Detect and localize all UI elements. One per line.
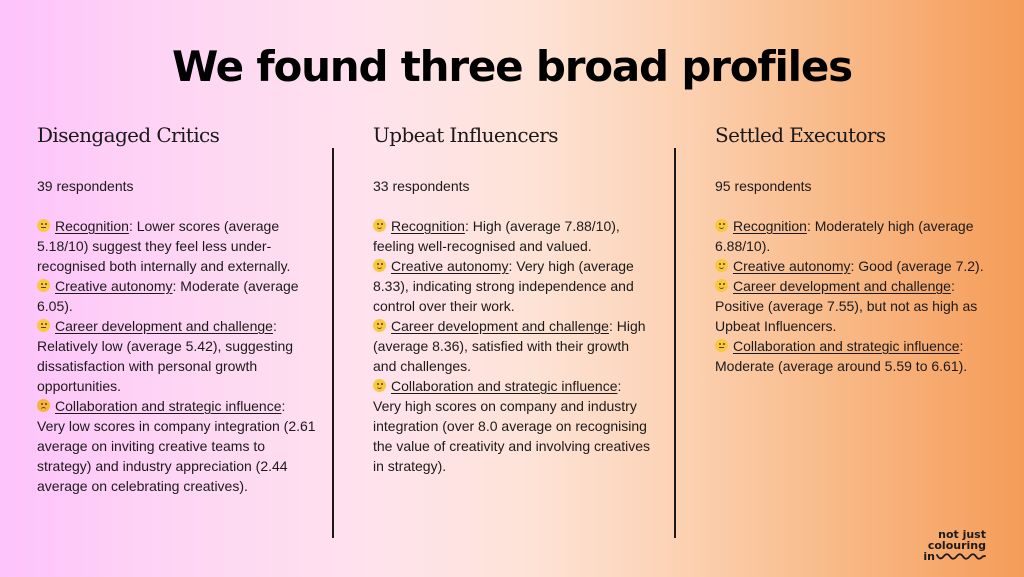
list-item: Collaboration and strategic influence: M… [715, 336, 995, 376]
item-label: Career development and challenge [55, 318, 273, 334]
slightly-smiling-face-icon [373, 219, 386, 232]
neutral-face-icon [37, 219, 50, 232]
list-item: Recognition: Moderately high (average 6.… [715, 216, 995, 256]
profile-settled-executors: Settled Executors 95 respondents Recogni… [715, 120, 995, 376]
profile-heading: Disengaged Critics [37, 123, 220, 147]
profile-disengaged-critics: Disengaged Critics 39 respondents Recogn… [37, 120, 317, 496]
column-divider [332, 148, 334, 538]
neutral-face-icon [37, 279, 50, 292]
list-item: Career development and challenge: High (… [373, 316, 653, 376]
item-label: Recognition [733, 218, 807, 234]
profile-items: Recognition: Lower scores (average 5.18/… [37, 216, 317, 496]
item-label: Creative autonomy [55, 278, 173, 294]
item-label: Creative autonomy [391, 258, 509, 274]
item-label: Career development and challenge [733, 278, 951, 294]
list-item: Career development and challenge: Positi… [715, 276, 995, 336]
disappointed-face-icon [37, 399, 50, 412]
list-item: Recognition: Lower scores (average 5.18/… [37, 216, 317, 276]
slightly-smiling-face-icon [373, 259, 386, 272]
item-label: Collaboration and strategic influence [55, 398, 282, 414]
profile-items: Recognition: Moderately high (average 6.… [715, 216, 995, 376]
list-item: Creative autonomy: Good (average 7.2). [715, 256, 995, 276]
respondent-count: 95 respondents [715, 178, 812, 194]
profile-heading: Settled Executors [715, 123, 886, 147]
wave-icon [936, 553, 986, 560]
slightly-smiling-face-icon [715, 279, 728, 292]
logo-line: in [923, 550, 935, 563]
item-label: Recognition [55, 218, 129, 234]
page-title: We found three broad profiles [172, 42, 853, 91]
list-item: Collaboration and strategic influence: V… [373, 376, 653, 476]
profile-upbeat-influencers: Upbeat Influencers 33 respondents Recogn… [373, 120, 653, 476]
respondent-count: 33 respondents [373, 178, 470, 194]
slightly-smiling-face-icon [715, 259, 728, 272]
logo-line-wave: in [923, 551, 986, 562]
slightly-smiling-face-icon [373, 379, 386, 392]
brand-logo: not just colouring in [923, 529, 986, 562]
profile-items: Recognition: High (average 7.88/10), fee… [373, 216, 653, 476]
neutral-face-icon [715, 339, 728, 352]
neutral-face-icon [37, 319, 50, 332]
slightly-smiling-face-icon [373, 319, 386, 332]
item-text: : Good (average 7.2). [850, 258, 984, 274]
item-label: Collaboration and strategic influence [733, 338, 960, 354]
list-item: Recognition: High (average 7.88/10), fee… [373, 216, 653, 256]
item-label: Creative autonomy [733, 258, 851, 274]
item-label: Collaboration and strategic influence [391, 378, 618, 394]
list-item: Collaboration and strategic influence: V… [37, 396, 317, 496]
item-label: Recognition [391, 218, 465, 234]
list-item: Creative autonomy: Moderate (average 6.0… [37, 276, 317, 316]
item-label: Career development and challenge [391, 318, 609, 334]
column-divider [674, 148, 676, 538]
list-item: Career development and challenge: Relati… [37, 316, 317, 396]
profile-heading: Upbeat Influencers [373, 123, 558, 147]
respondent-count: 39 respondents [37, 178, 134, 194]
slightly-smiling-face-icon [715, 219, 728, 232]
list-item: Creative autonomy: Very high (average 8.… [373, 256, 653, 316]
